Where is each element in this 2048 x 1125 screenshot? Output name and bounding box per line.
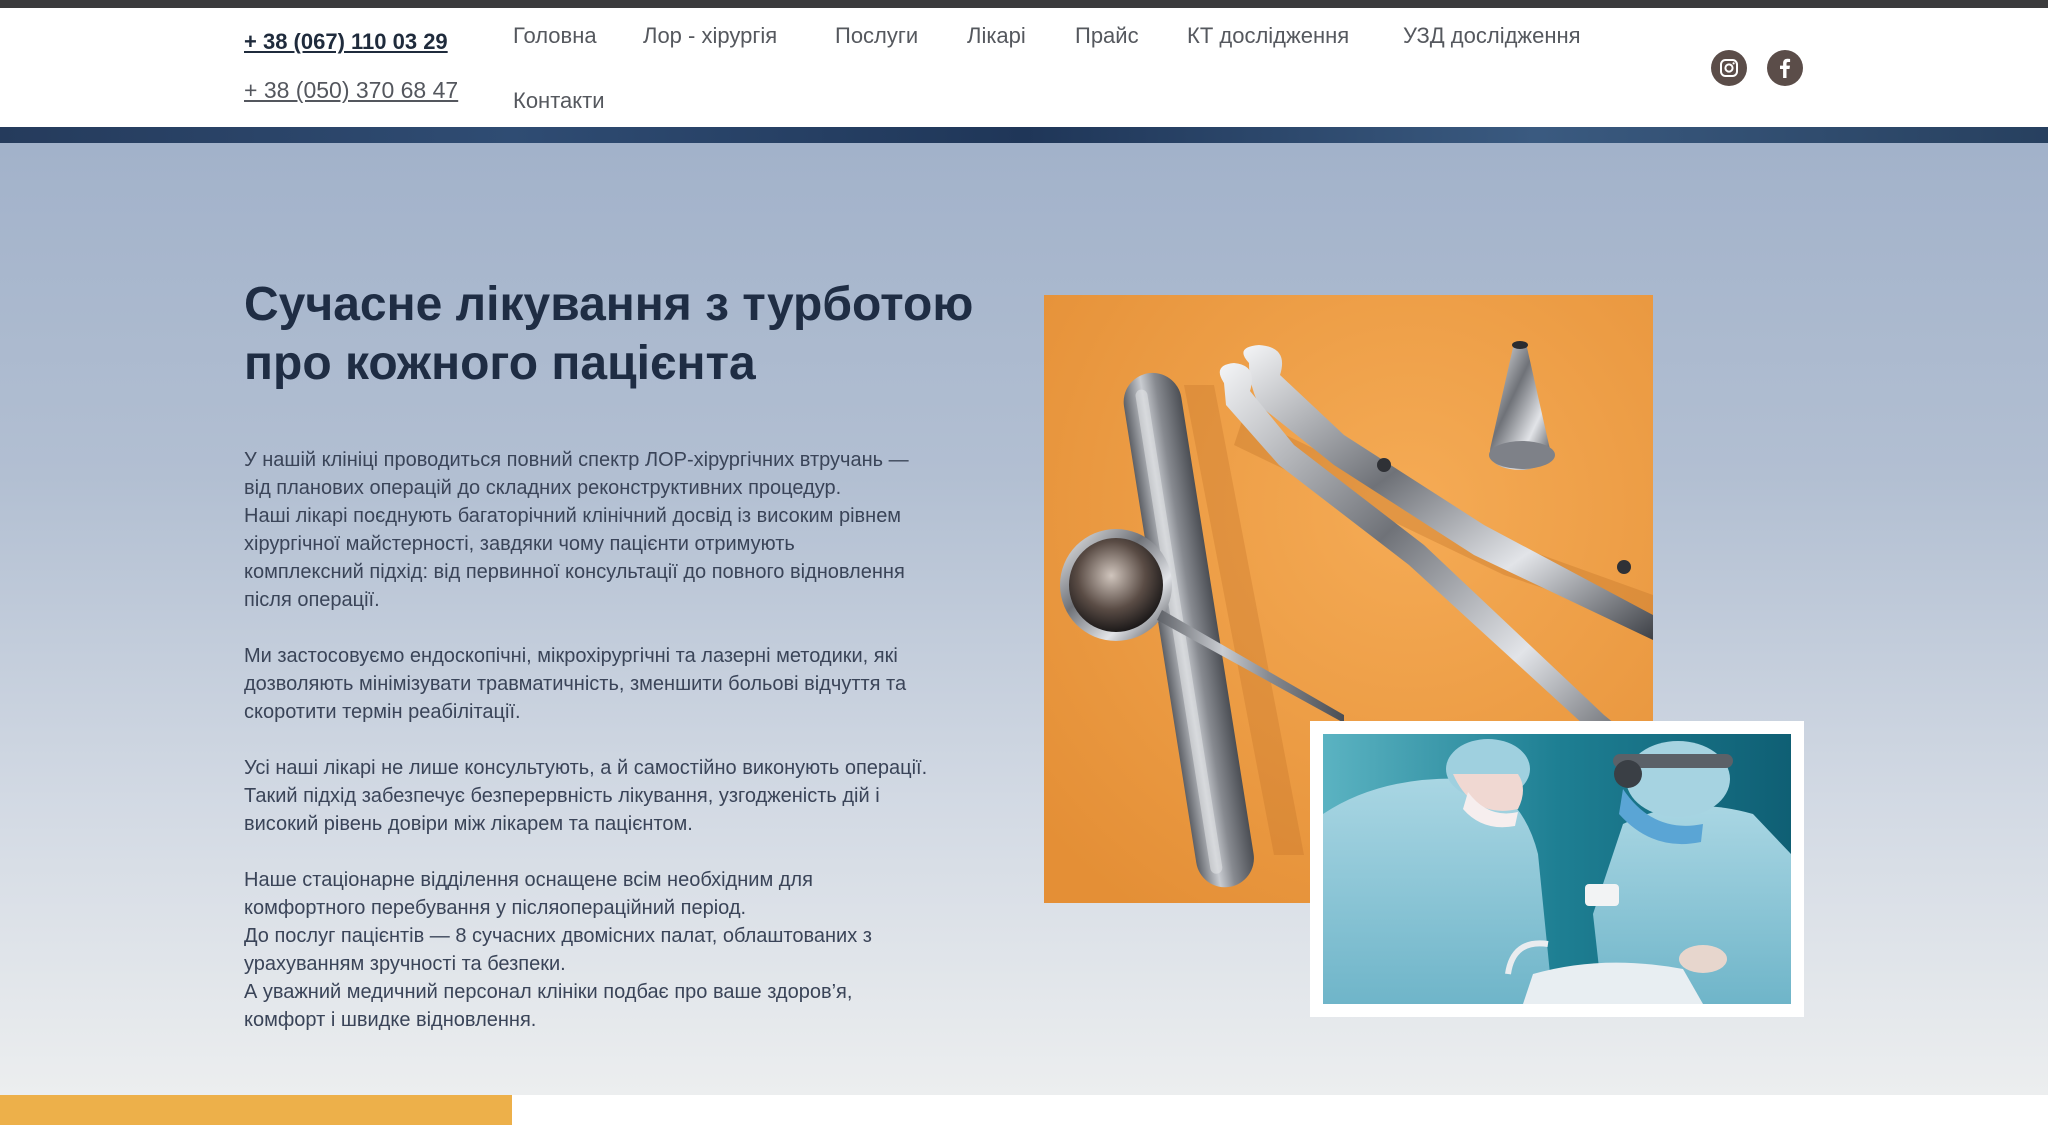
text-line: У нашій клініці проводиться повний спект…: [244, 449, 909, 471]
nav-contacts[interactable]: Контакти: [513, 88, 605, 114]
nav-ultrasound-research[interactable]: УЗД дослідження: [1403, 23, 1581, 49]
nav-services[interactable]: Послуги: [835, 23, 918, 49]
text-line: високий рівень довіри між лікарем та пац…: [244, 813, 693, 835]
nav-ent-surgery[interactable]: Лор - хірургія: [643, 23, 777, 49]
text-line: дозволяють мінімізувати травматичність, …: [244, 673, 907, 695]
text-line: хірургічної майстерності, завдяки чому п…: [244, 533, 795, 555]
nav-home[interactable]: Головна: [513, 23, 597, 49]
text-line: Усі наші лікарі не лише консультують, а …: [244, 757, 928, 779]
text-line: Ми застосовуємо ендоскопічні, мікрохірур…: [244, 645, 898, 667]
text-line: До послуг пацієнтів — 8 сучасних двомісн…: [244, 925, 872, 947]
instagram-button[interactable]: [1711, 50, 1747, 86]
text-line: урахуванням зручності та безпеки.: [244, 953, 566, 975]
text-line: після операції.: [244, 589, 380, 611]
surgery-team-image: [1323, 734, 1791, 1004]
text-line: комфортного перебування у післяопераційн…: [244, 897, 747, 919]
surgery-image-frame: [1310, 721, 1804, 1017]
hero-title-line-1: Сучасне лікування з турботою: [244, 278, 974, 331]
banner-strip: [0, 127, 2048, 143]
paragraph-methods: Ми застосовуємо ендоскопічні, мікрохірур…: [244, 642, 1034, 726]
nav-ct-research[interactable]: КТ дослідження: [1187, 23, 1349, 49]
text-line: Наше стаціонарне відділення оснащене всі…: [244, 869, 813, 891]
phone-link-primary[interactable]: + 38 (067) 110 03 29: [244, 29, 448, 55]
site-header: + 38 (067) 110 03 29 + 38 (050) 370 68 4…: [0, 8, 2048, 127]
text-line: комфорт і швидке відновлення.: [244, 1009, 537, 1031]
bottom-accent-bar: [0, 1095, 512, 1125]
facebook-icon: [1780, 58, 1791, 78]
paragraph-surgery-spectrum: У нашій клініці проводиться повний спект…: [244, 446, 1034, 614]
nav-prices[interactable]: Прайс: [1075, 23, 1139, 49]
text-line: Такий підхід забезпечує безперервність л…: [244, 785, 880, 807]
hero-title-line-2: про кожного пацієнта: [244, 337, 756, 390]
top-strip: [0, 0, 2048, 8]
text-line: комплексний підхід: від первинної консул…: [244, 561, 905, 583]
hero-section: Сучасне лікування з турботою про кожного…: [0, 143, 2048, 1095]
phone-link-secondary[interactable]: + 38 (050) 370 68 47: [244, 77, 458, 104]
facebook-button[interactable]: [1767, 50, 1803, 86]
text-line: скоротити термін реабілітації.: [244, 701, 521, 723]
instagram-icon: [1720, 59, 1738, 77]
text-line: А уважний медичний персонал клініки подб…: [244, 981, 853, 1003]
paragraph-doctors: Усі наші лікарі не лише консультують, а …: [244, 754, 1034, 838]
hero-title: Сучасне лікування з турботою про кожного…: [244, 275, 1024, 393]
text-line: від планових операцій до складних реконс…: [244, 477, 842, 499]
text-line: Наші лікарі поєднують багаторічний кліні…: [244, 505, 902, 527]
nav-doctors[interactable]: Лікарі: [967, 23, 1026, 49]
paragraph-inpatient: Наше стаціонарне відділення оснащене всі…: [244, 866, 1034, 1034]
